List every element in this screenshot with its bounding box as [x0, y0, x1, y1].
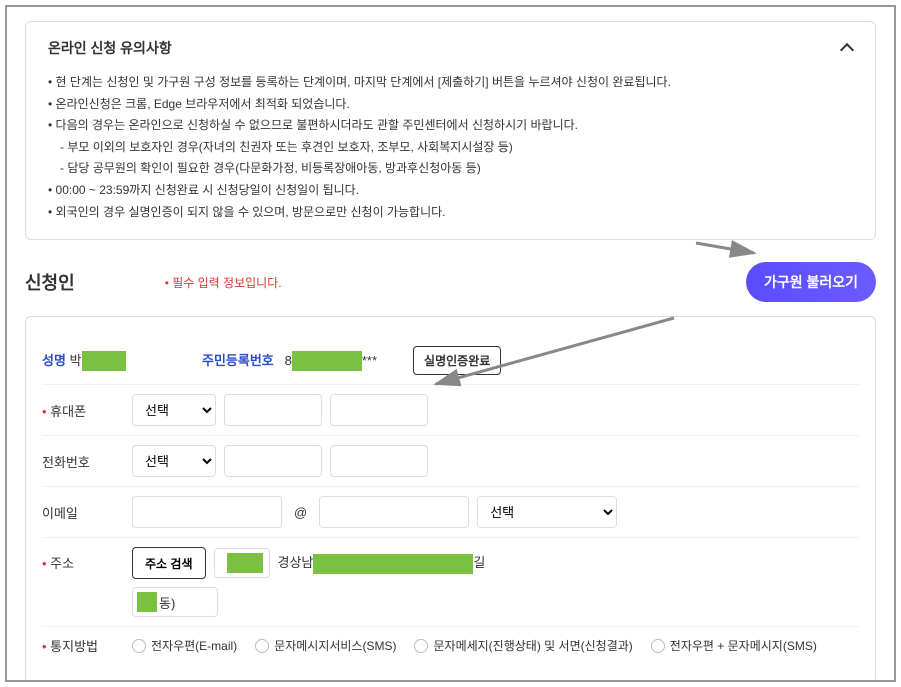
note-text: 온라인신청은 크롬, Edge 브라우저에서 최적화 되었습니다. — [56, 97, 350, 111]
label-ssn: 주민등록번호 8*** — [202, 350, 377, 372]
guide-title: 온라인 신청 유의사항 — [48, 38, 172, 58]
address-text: 경상남길 — [278, 552, 486, 574]
redacted-address — [313, 554, 473, 574]
row-address: 주소 주소 검색 경상남길 동) — [42, 538, 859, 627]
note-text: 다음의 경우는 온라인으로 신청하실 수 없으므로 불편하시더라도 관할 주민센… — [56, 118, 578, 132]
notice-option-sms[interactable]: 문자메시지서비스(SMS) — [255, 637, 396, 654]
label-notice: 통지방법 — [42, 636, 132, 655]
address-detail: 동) — [132, 587, 218, 617]
mobile-last-input[interactable] — [330, 394, 428, 426]
row-email: 이메일 @ 선택 — [42, 487, 859, 538]
radio-icon — [414, 639, 428, 653]
guide-notes: • 현 단계는 신청인 및 가구원 구성 정보를 등록하는 단계이며, 마지막 … — [48, 72, 853, 223]
row-notice: 통지방법 전자우편(E-mail) 문자메시지서비스(SMS) 문자메세지(진행… — [42, 627, 859, 664]
address-search-button[interactable]: 주소 검색 — [132, 547, 206, 579]
guide-header[interactable]: 온라인 신청 유의사항 — [48, 38, 853, 58]
identity-verified-badge: 실명인증완료 — [413, 346, 501, 375]
note-sub: - 부모 이외의 보호자인 경우(자녀의 친권자 또는 후견인 보호자, 조부모… — [48, 137, 853, 159]
radio-icon — [651, 639, 665, 653]
email-domain-select[interactable]: 선택 — [477, 496, 617, 528]
row-tel: 전화번호 선택 — [42, 436, 859, 487]
email-domain-input[interactable] — [319, 496, 469, 528]
load-members-button[interactable]: 가구원 불러오기 — [746, 262, 876, 302]
note-sub: - 담당 공무원의 확인이 필요한 경우(다문화가정, 비등록장애아동, 방과후… — [48, 158, 853, 180]
applicant-form: 성명 박 주민등록번호 8*** 실명인증완료 휴대폰 선택 — [25, 316, 876, 682]
note-text: 현 단계는 신청인 및 가구원 구성 정보를 등록하는 단계이며, 마지막 단계… — [56, 75, 671, 89]
guide-panel: 온라인 신청 유의사항 • 현 단계는 신청인 및 가구원 구성 정보를 등록하… — [25, 21, 876, 240]
label-address: 주소 — [42, 547, 132, 572]
note-text: 00:00 ~ 23:59까지 신청완료 시 신청당일이 신청일이 됩니다. — [56, 183, 360, 197]
note-text: 외국인의 경우 실명인증이 되지 않을 수 있으며, 방문으로만 신청이 가능합… — [56, 205, 446, 219]
redacted-ssn — [292, 351, 362, 371]
at-sign: @ — [290, 505, 311, 520]
label-name: 성명 박 — [42, 350, 132, 372]
notice-option-email[interactable]: 전자우편(E-mail) — [132, 637, 237, 654]
chevron-up-icon — [839, 41, 853, 55]
required-note: • 필수 입력 정보입니다. — [165, 274, 282, 291]
row-name-ssn: 성명 박 주민등록번호 8*** 실명인증완료 — [42, 337, 859, 385]
mobile-prefix-select[interactable]: 선택 — [132, 394, 216, 426]
notice-option-both[interactable]: 전자우편 + 문자메시지(SMS) — [651, 637, 817, 654]
redacted-postcode — [214, 548, 270, 578]
label-tel: 전화번호 — [42, 452, 132, 471]
redacted-name — [82, 351, 126, 371]
tel-mid-input[interactable] — [224, 445, 322, 477]
mobile-mid-input[interactable] — [224, 394, 322, 426]
applicant-title: 신청인 — [25, 269, 75, 295]
label-email: 이메일 — [42, 503, 132, 522]
row-mobile: 휴대폰 선택 — [42, 385, 859, 436]
radio-icon — [255, 639, 269, 653]
label-mobile: 휴대폰 — [42, 401, 132, 420]
tel-prefix-select[interactable]: 선택 — [132, 445, 216, 477]
notice-option-mixed[interactable]: 문자메세지(진행상태) 및 서면(신청결과) — [414, 637, 632, 654]
radio-icon — [132, 639, 146, 653]
tel-last-input[interactable] — [330, 445, 428, 477]
email-local-input[interactable] — [132, 496, 282, 528]
applicant-section-head: 신청인 • 필수 입력 정보입니다. 가구원 불러오기 — [25, 262, 876, 302]
